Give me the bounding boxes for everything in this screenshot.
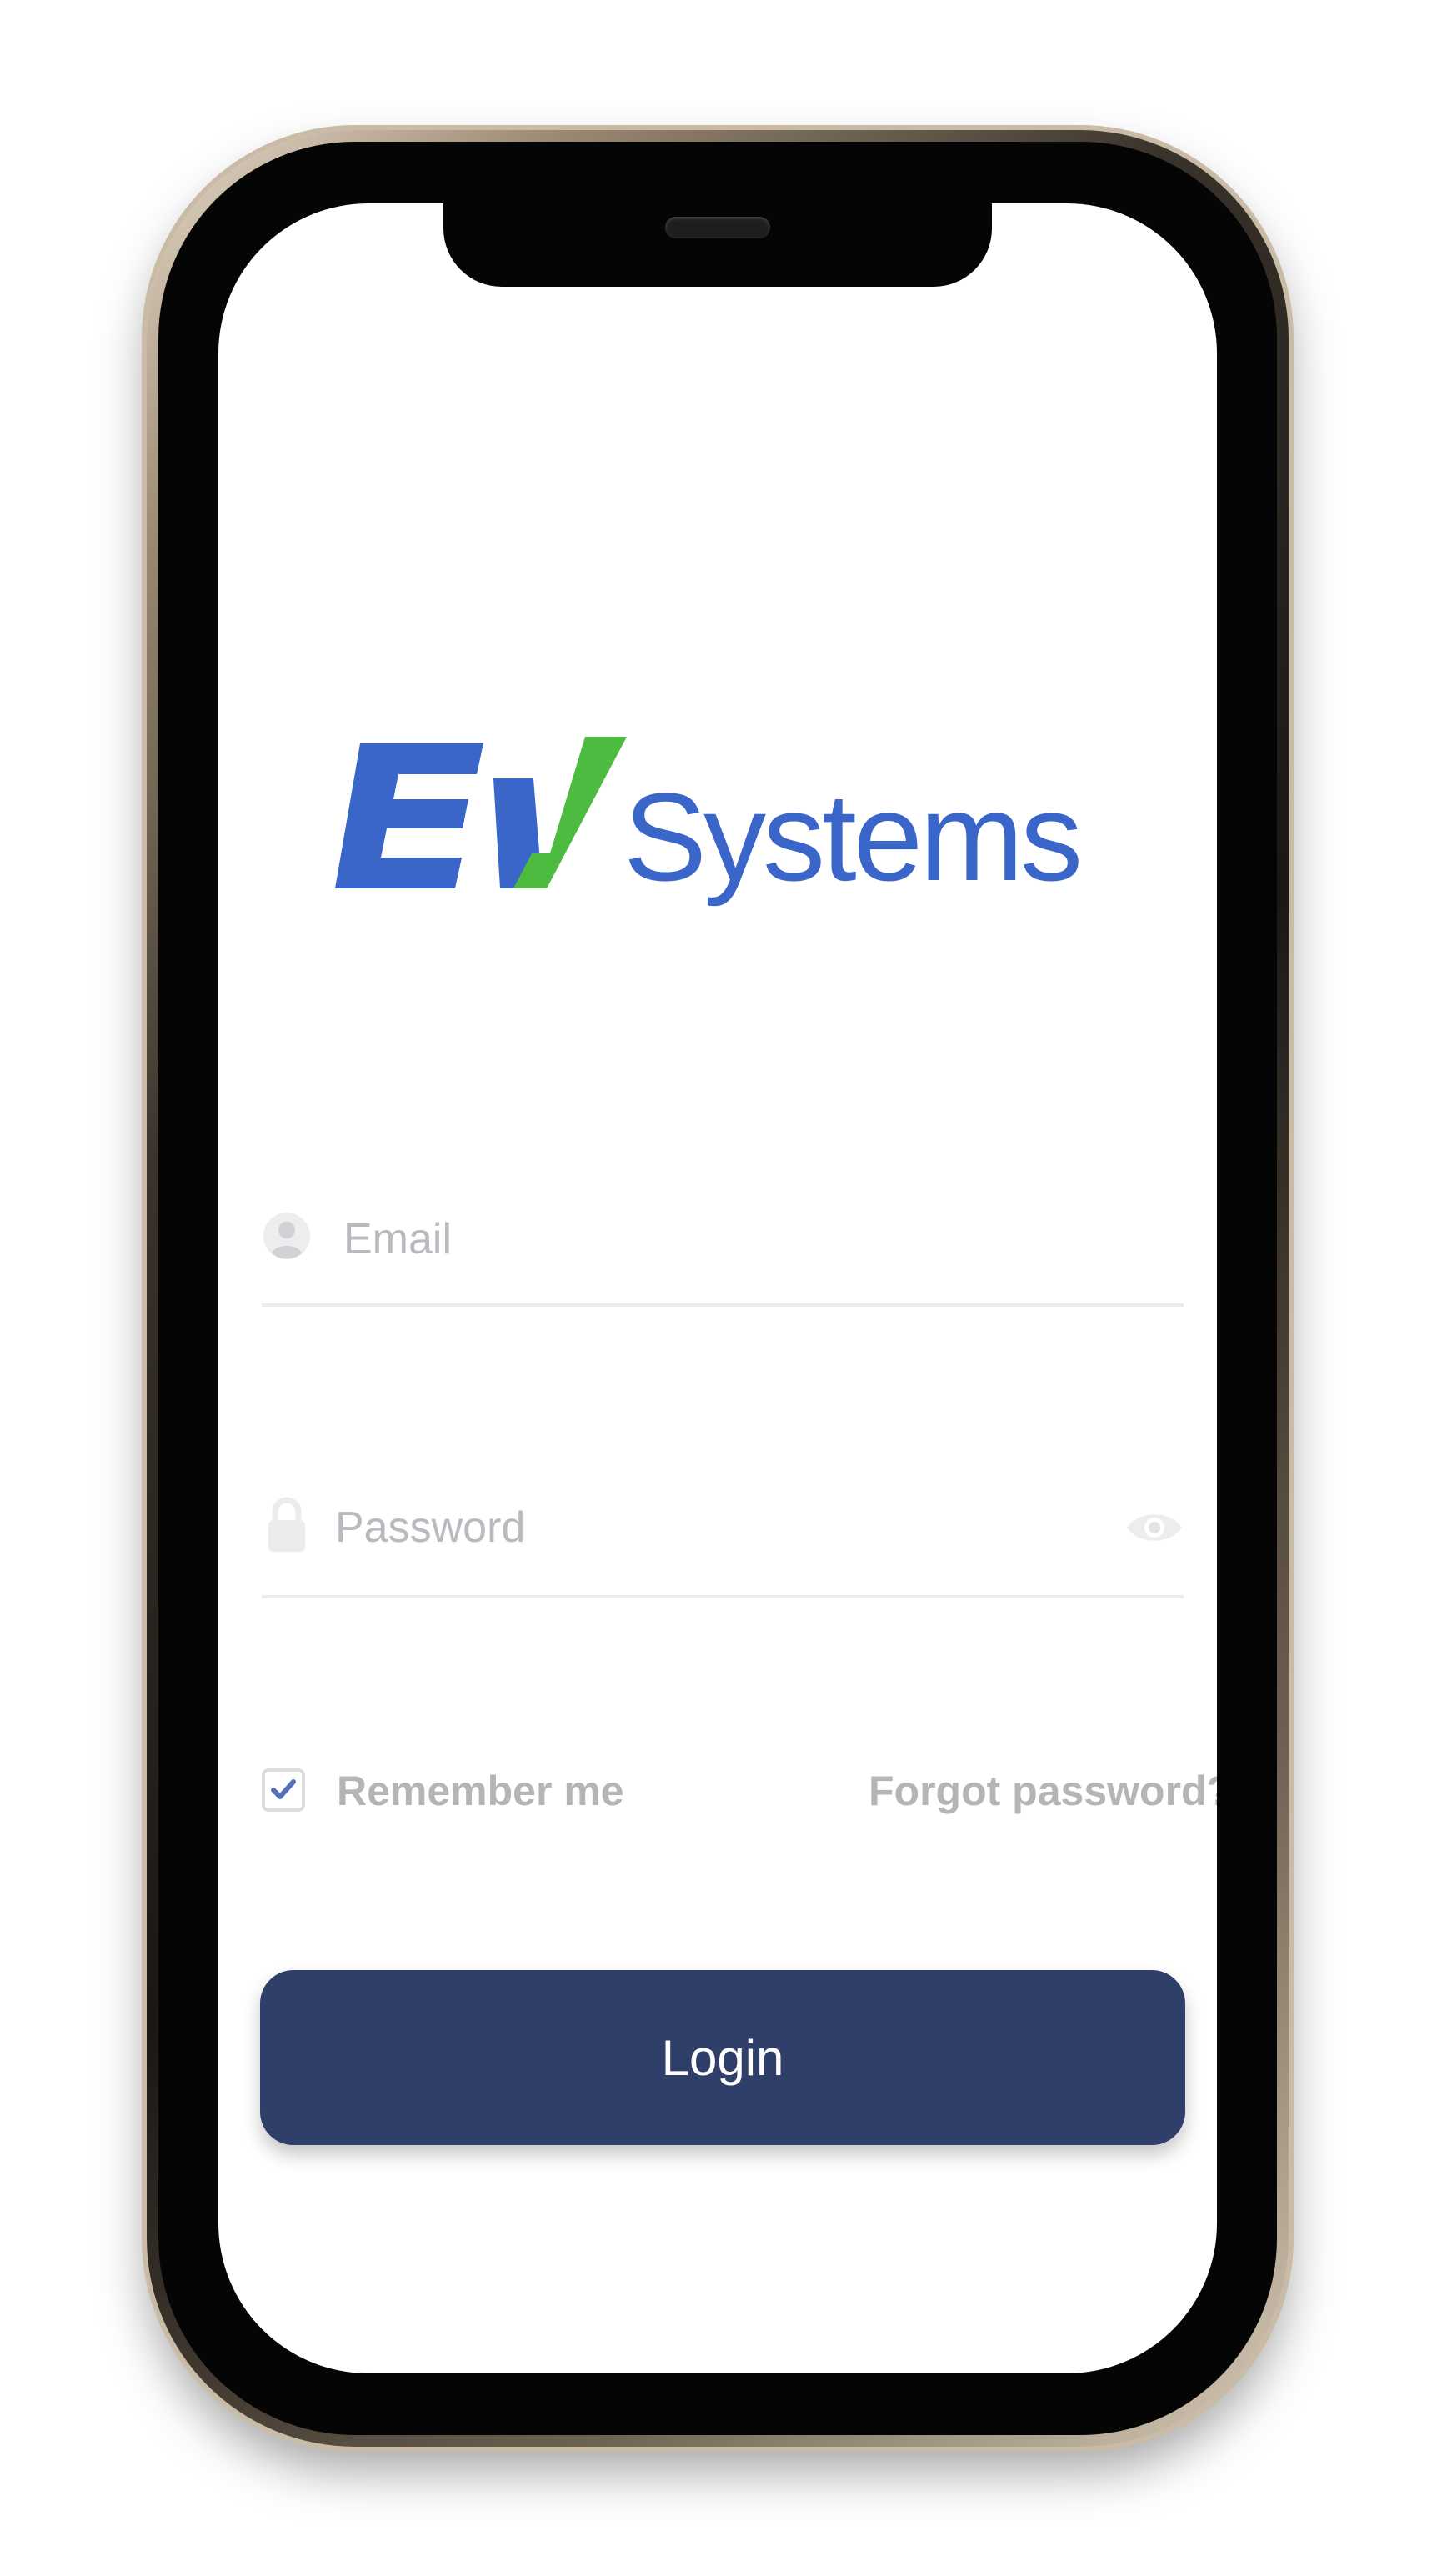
lock-icon: [268, 1497, 305, 1552]
eye-icon[interactable]: [1125, 1507, 1184, 1548]
check-icon: [271, 1779, 296, 1799]
remember-forgot-row: Remember me Forgot password?: [262, 1762, 1217, 1837]
password-input[interactable]: [333, 1493, 1100, 1562]
phone-bezel: Systems Email Remember me Forgot passwor…: [158, 142, 1277, 2435]
remember-me-checkbox[interactable]: [262, 1768, 305, 1812]
email-input[interactable]: [342, 1205, 1100, 1273]
ev-systems-logo: Systems: [335, 737, 1083, 907]
logo-wordmark: Systems: [623, 767, 1079, 907]
remember-me-label[interactable]: Remember me: [337, 1762, 624, 1820]
login-button[interactable]: Login: [260, 1970, 1185, 2145]
password-field: [262, 1470, 1184, 1598]
phone-frame: Systems Email Remember me Forgot passwor…: [147, 130, 1289, 2447]
user-icon: [263, 1213, 310, 1259]
app-screen: Systems Email Remember me Forgot passwor…: [218, 203, 1217, 2373]
page: Systems Email Remember me Forgot passwor…: [0, 0, 1432, 2576]
logo-mark-ev: [335, 737, 627, 888]
phone-notch: [443, 203, 992, 287]
forgot-password-link[interactable]: Forgot password?: [869, 1762, 1217, 1820]
speaker-grille: [665, 217, 770, 238]
email-field: [262, 1178, 1184, 1307]
